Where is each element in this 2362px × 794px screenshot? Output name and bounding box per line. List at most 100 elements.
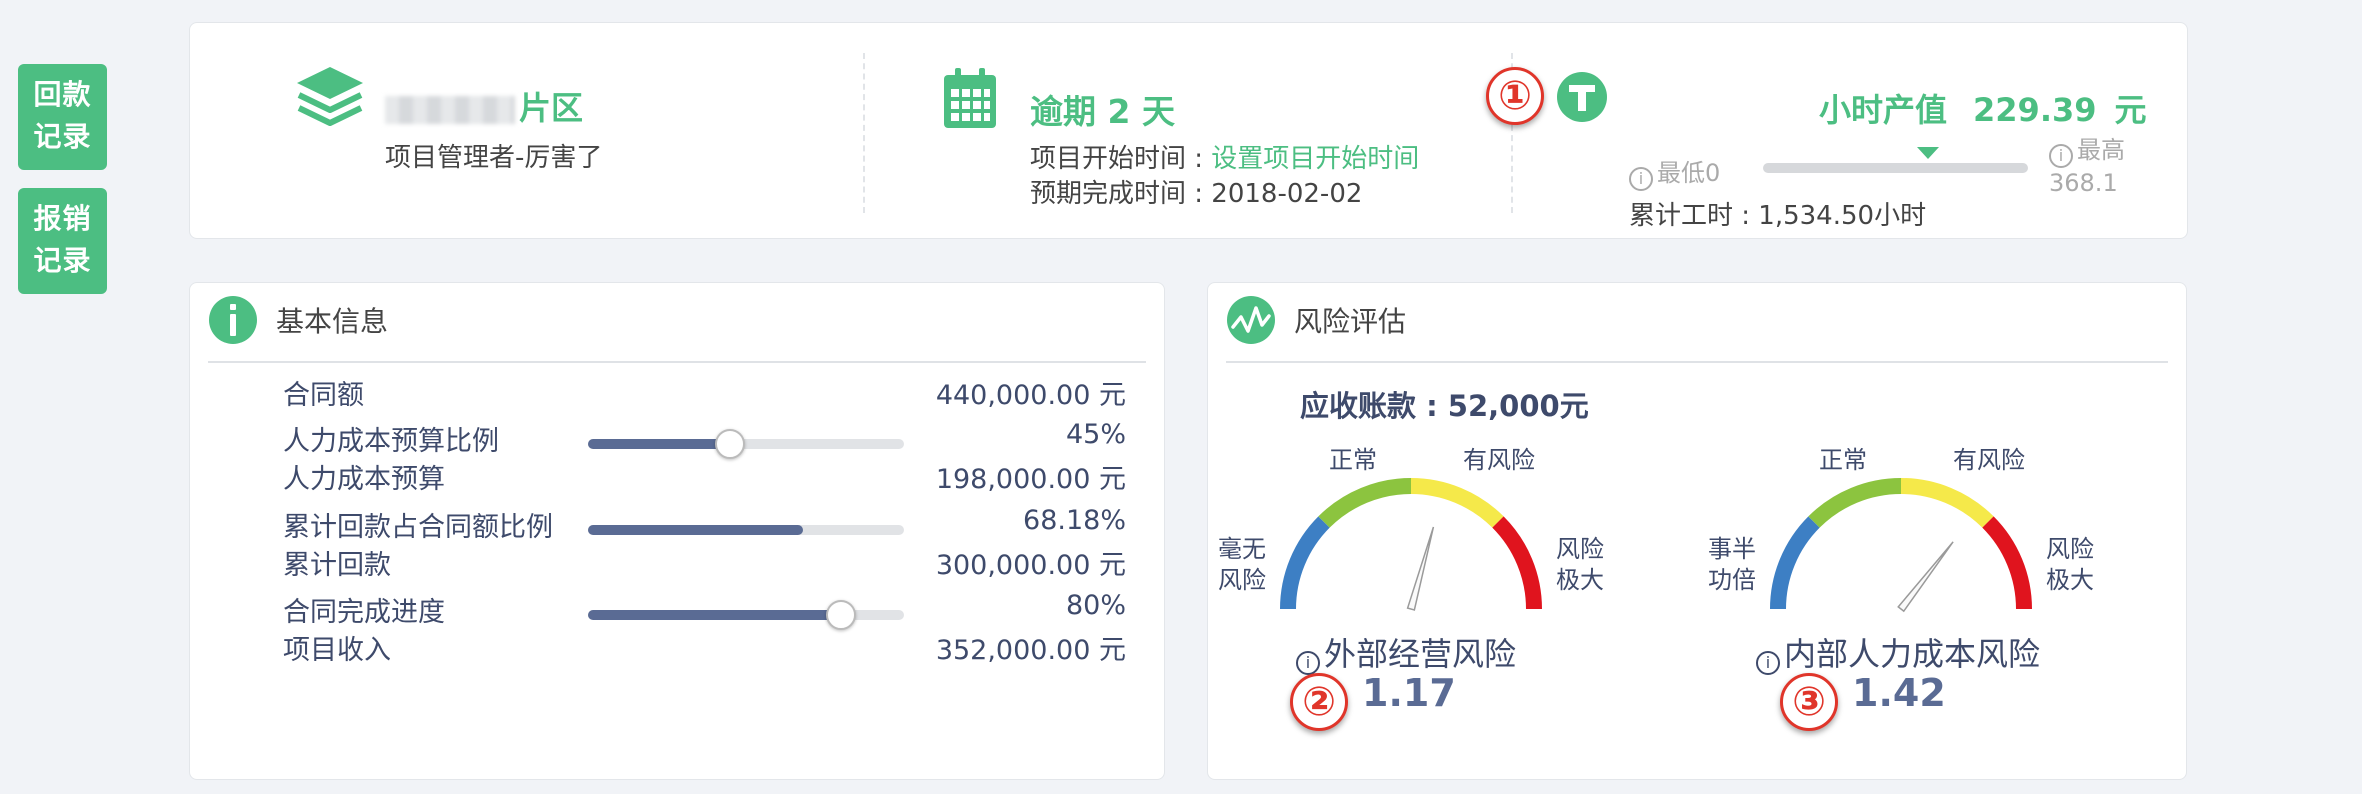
info-icon[interactable]: i (1756, 651, 1780, 675)
layers-icon (297, 67, 363, 126)
gauge-normal-label: 正常 (1329, 446, 1377, 474)
risk-header: 风险评估 (1226, 295, 1406, 345)
end-time-row: 预期完成时间 : 2018-02-02 (1030, 173, 1362, 210)
payment-record-button[interactable]: 回款 记录 (18, 64, 107, 170)
info-icon[interactable]: i (1296, 651, 1320, 675)
payment-record-label-1: 回款 (33, 78, 92, 111)
risk-name-text: 外部经营风险 (1324, 635, 1517, 673)
info-row-label: 人力成本预算 (283, 464, 445, 495)
info-row-label: 累计回款 (283, 550, 391, 581)
info-row-value: 45% (1065, 419, 1126, 450)
info-row-value: 198,000.00 元 (935, 464, 1126, 495)
pulse-chart-icon (1227, 296, 1275, 344)
gauge-risk-label: 有风险 (1953, 446, 2025, 474)
hourly-output-unit: 元 (2114, 91, 2147, 129)
section-divider (1226, 361, 2168, 363)
max-indicator: i 最高 368.1 (2049, 135, 2125, 198)
reimbursement-record-button[interactable]: 报销 记录 (18, 188, 107, 294)
info-row-label: 累计回款占合同额比例 (283, 512, 553, 543)
hourly-range-track (1763, 163, 2028, 173)
risk-gauge (1770, 478, 2032, 613)
info-row-label: 人力成本预算比例 (283, 426, 499, 457)
reimbursement-record-label-1: 报销 (33, 202, 92, 235)
slider-knob[interactable] (825, 600, 856, 630)
max-label: 最高 (2077, 136, 2125, 164)
start-time-row: 项目开始时间 : 设置项目开始时间 (1030, 138, 1419, 175)
output-value-icon (1557, 72, 1607, 122)
callout-marker-2: ② (1290, 673, 1348, 731)
hourly-output-label: 小时产值 (1819, 91, 1948, 129)
gauge-segment (1808, 478, 1902, 528)
gauge-left-label-2: 功倍 (1708, 566, 1756, 594)
max-value: 368.1 (2049, 169, 2118, 197)
hourly-output-value: 229.39 (1973, 91, 2097, 129)
gauge-right-label-1: 风险 (1556, 535, 1604, 563)
slider-fill (588, 439, 731, 449)
gauge-left-label-1: 事半 (1708, 535, 1756, 563)
divider (863, 53, 865, 213)
risk-value: 1.42 (1852, 671, 1946, 715)
gauge-segment (1280, 516, 1330, 610)
calendar-icon (944, 68, 996, 128)
info-icon[interactable]: i (2049, 144, 2073, 168)
gauge-right-label: 风险 极大 (2046, 534, 2094, 596)
info-row-label: 项目收入 (283, 635, 391, 666)
callout-marker-1: ① (1486, 67, 1544, 125)
ratio-slider[interactable] (588, 600, 904, 630)
risk-gauge (1280, 478, 1542, 611)
basic-info-title: 基本信息 (276, 305, 389, 338)
project-name-suffix: 片区 (519, 89, 584, 127)
gauge-right-label-2: 极大 (2046, 566, 2094, 594)
section-divider (208, 361, 1146, 363)
project-name: 片区 (385, 83, 583, 129)
min-label: 最低0 (1657, 159, 1721, 187)
gauge-segment (1770, 516, 1820, 610)
gauge-needle (1897, 541, 1954, 613)
gauge-left-label-2: 风险 (1218, 566, 1266, 594)
gauge-left-label: 事半 功倍 (1708, 534, 1756, 596)
gauge-risk-label: 有风险 (1463, 446, 1535, 474)
cumulative-hours: 累计工时 : 1,534.50小时 (1629, 201, 1927, 231)
set-start-time-link[interactable]: 设置项目开始时间 (1211, 144, 1419, 174)
project-summary-card: 片区 项目管理者-厉害了 逾期 2 天 项目开始时间 : 设置项目开始时间 预期… (189, 22, 2188, 239)
risk-title: 风险评估 (1294, 305, 1407, 338)
hourly-output: 小时产值 229.39 元 (1819, 85, 2147, 131)
gauge-segment (1318, 478, 1412, 528)
gauge-right-label: 风险 极大 (1556, 534, 1604, 596)
redacted-name (385, 96, 515, 124)
slider-fill (588, 525, 804, 535)
project-manager: 项目管理者-厉害了 (385, 143, 603, 173)
info-row-value: 300,000.00 元 (935, 550, 1126, 581)
overdue-status: 逾期 2 天 (1030, 92, 1175, 131)
info-icon[interactable]: i (1629, 167, 1653, 191)
info-row-label: 合同额 (283, 380, 364, 411)
gauge-right-label-2: 极大 (1556, 566, 1604, 594)
info-row-value: 440,000.00 元 (935, 380, 1126, 411)
payment-record-label-2: 记录 (33, 120, 92, 153)
gauge-needle (1406, 526, 1435, 611)
callout-marker-3: ③ (1780, 673, 1838, 731)
gauge-left-label: 毫无 风险 (1218, 534, 1266, 596)
gauge-normal-label: 正常 (1819, 446, 1867, 474)
risk-name: i 内部人力成本风险 (1756, 629, 2040, 675)
gauge-segment (1982, 516, 2032, 610)
basic-info-card: 基本信息 合同额 440,000.00 元人力成本预算比例 45% 人力成本预算 198… (189, 282, 1165, 780)
hourly-level-marker (1917, 147, 1940, 159)
end-time-value: 2018-02-02 (1211, 179, 1363, 209)
info-row-label: 合同完成进度 (283, 597, 445, 628)
reimbursement-record-label-2: 记录 (33, 244, 92, 277)
info-circle-icon (209, 296, 257, 344)
info-row-value: 352,000.00 元 (935, 635, 1126, 666)
ratio-slider[interactable] (588, 429, 904, 459)
end-time-label: 预期完成时间 : (1030, 179, 1212, 209)
ratio-slider (588, 525, 904, 535)
slider-fill (588, 610, 841, 620)
accounts-receivable: 应收账款 : 52,000元 (1300, 389, 1589, 423)
slider-knob[interactable] (715, 429, 746, 459)
risk-name: i 外部经营风险 (1296, 629, 1516, 675)
info-row-value: 80% (1065, 590, 1126, 621)
gauge-segment (1900, 478, 1994, 528)
gauge-segment (1492, 516, 1542, 610)
risk-name-text: 内部人力成本风险 (1784, 635, 2041, 673)
risk-value: 1.17 (1362, 671, 1456, 715)
